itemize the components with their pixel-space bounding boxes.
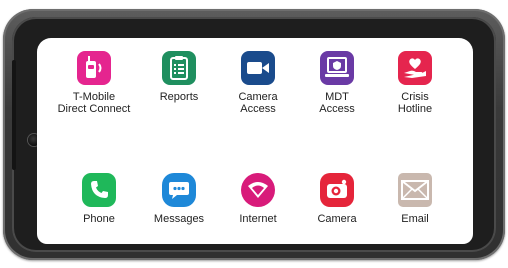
video-camera-icon <box>241 51 275 85</box>
app-label: Phone <box>83 213 115 225</box>
app-label: Messages <box>153 213 205 225</box>
message-bubble-icon <box>162 173 196 207</box>
clipboard-icon <box>162 51 196 85</box>
app-email[interactable]: Email <box>375 173 455 225</box>
app-crisis-hotline[interactable]: Crisis Hotline <box>375 51 455 115</box>
app-label: Camera <box>238 91 278 103</box>
app-internet[interactable]: Internet <box>218 173 298 225</box>
app-messages[interactable]: Messages <box>139 173 219 225</box>
app-mdt-access[interactable]: MDT Access <box>297 51 377 115</box>
app-reports[interactable]: Reports <box>139 51 219 103</box>
camera-icon <box>320 173 354 207</box>
app-label: Internet <box>239 213 277 225</box>
app-camera-access[interactable]: Camera Access <box>218 51 298 115</box>
phone-icon <box>82 173 116 207</box>
app-tmobile-direct-connect[interactable]: T-Mobile Direct Connect <box>54 51 134 115</box>
app-label: Access <box>240 103 276 115</box>
app-label: Hotline <box>397 103 433 115</box>
app-camera[interactable]: Camera <box>297 173 377 225</box>
app-label: Reports <box>159 91 199 103</box>
app-label: T-Mobile <box>72 91 116 103</box>
heart-hand-icon <box>398 51 432 85</box>
app-label: Camera <box>317 213 357 225</box>
side-button <box>12 60 16 170</box>
app-label: Crisis <box>401 91 429 103</box>
laptop-shield-icon <box>320 51 354 85</box>
app-label: Direct Connect <box>57 103 131 115</box>
app-label: MDT <box>325 91 349 103</box>
envelope-icon <box>398 173 432 207</box>
app-phone[interactable]: Phone <box>59 173 139 225</box>
home-screen: T-Mobile Direct Connect Reports Camera A… <box>37 38 473 244</box>
app-label: Access <box>319 103 355 115</box>
internet-planet-icon <box>241 173 275 207</box>
app-label: Email <box>401 213 429 225</box>
walkie-talkie-icon <box>77 51 111 85</box>
